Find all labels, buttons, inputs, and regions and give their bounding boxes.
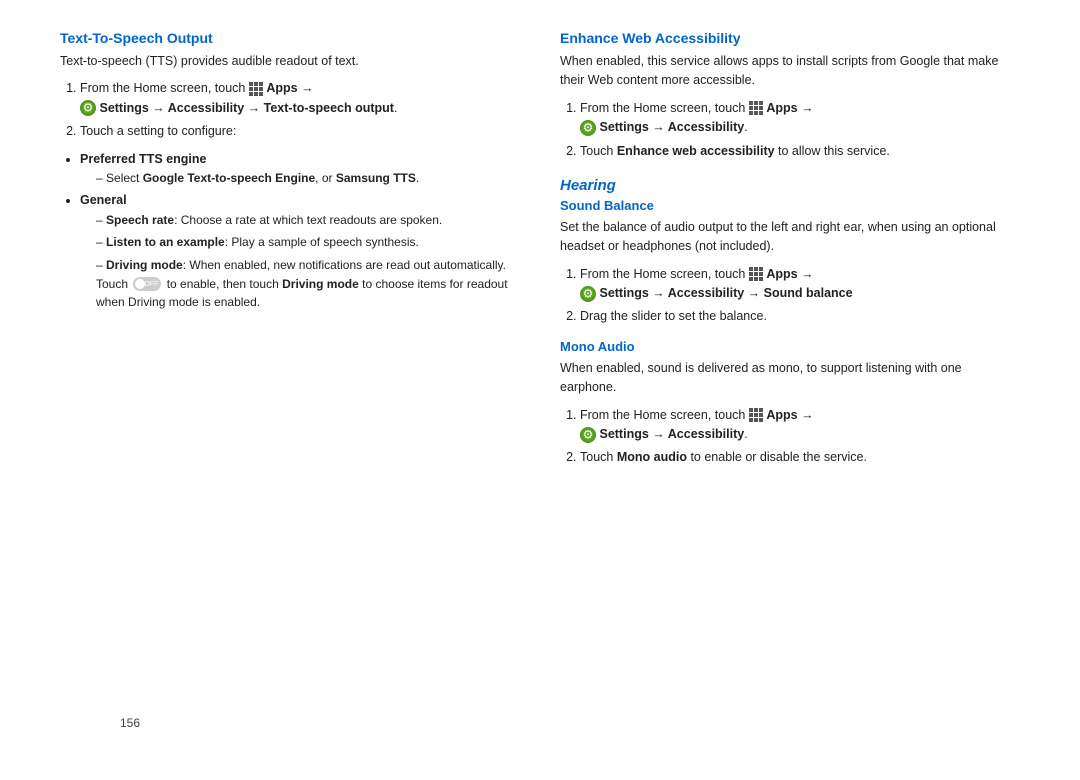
gear-icon-1: [80, 100, 96, 116]
general-sub-1: Speech rate: Choose a rate at which text…: [96, 211, 520, 230]
gear-icon-2: [580, 120, 596, 136]
preferred-tts-sublist: Select Google Text-to-speech Engine, or …: [96, 169, 520, 188]
tts-title: Text-To-Speech Output: [60, 30, 520, 46]
tts-section: Text-To-Speech Output Text-to-speech (TT…: [60, 30, 520, 312]
sound-balance-step-2: Drag the slider to set the balance.: [580, 307, 1020, 326]
samsung-tts-label: Samsung TTS: [336, 171, 416, 185]
page-number: 156: [120, 716, 140, 730]
enhance-web-section: Enhance Web Accessibility When enabled, …: [560, 30, 1020, 161]
arrow-3: →: [801, 267, 814, 281]
apps-label-4: Apps: [766, 408, 797, 422]
enhance-step1-text: From the Home screen, touch: [580, 101, 745, 115]
arrow-2: →: [801, 101, 814, 115]
apps-grid-icon-4: [749, 408, 763, 422]
tts-step-2: Touch a setting to configure:: [80, 122, 520, 141]
sound-balance-title: Sound Balance: [560, 198, 1020, 213]
step1-text-before: From the Home screen, touch: [80, 81, 245, 95]
mono-audio-bold: Mono audio: [617, 450, 687, 464]
left-column: Text-To-Speech Output Text-to-speech (TT…: [60, 30, 520, 484]
sb-step2-text: Drag the slider to set the balance.: [580, 309, 767, 323]
bullet-preferred-tts: Preferred TTS engine Select Google Text-…: [80, 150, 520, 188]
general-sublist: Speech rate: Choose a rate at which text…: [96, 211, 520, 312]
gear-icon-4: [580, 427, 596, 443]
tts-settings-path: Settings → Accessibility → Text-to-speec…: [99, 101, 393, 115]
apps-label-3: Apps: [766, 267, 797, 281]
sb-step1-text: From the Home screen, touch: [580, 267, 745, 281]
sound-balance-steps: From the Home screen, touch Apps → Setti…: [580, 265, 1020, 327]
sound-balance-intro: Set the balance of audio output to the l…: [560, 218, 1020, 257]
page-wrapper: Text-To-Speech Output Text-to-speech (TT…: [60, 30, 1020, 750]
bullet-general: General Speech rate: Choose a rate at wh…: [80, 191, 520, 311]
sound-balance-subsection: Sound Balance Set the balance of audio o…: [560, 198, 1020, 327]
enhance-settings-path: Settings → Accessibility: [599, 120, 744, 134]
enhance-web-intro: When enabled, this service allows apps t…: [560, 52, 1020, 91]
google-tts-label: Google Text-to-speech Engine: [143, 171, 315, 185]
listen-example-label: Listen to an example: [106, 235, 225, 249]
toggle-off-icon: [133, 277, 161, 291]
enhance-web-title: Enhance Web Accessibility: [560, 30, 1020, 46]
mono-step1-text: From the Home screen, touch: [580, 408, 745, 422]
tts-steps: From the Home screen, touch Apps → Setti…: [80, 79, 520, 141]
apps-grid-icon-1: [249, 82, 263, 96]
mono-settings-path: Settings → Accessibility: [599, 427, 744, 441]
mono-audio-subsection: Mono Audio When enabled, sound is delive…: [560, 339, 1020, 468]
mono-step-2: Touch Mono audio to enable or disable th…: [580, 448, 1020, 467]
apps-label-2: Apps: [766, 101, 797, 115]
gear-icon-3: [580, 286, 596, 302]
arrow-4: →: [801, 408, 814, 422]
driving-mode-label-2: Driving mode: [282, 277, 359, 291]
hearing-section: Hearing Sound Balance Set the balance of…: [560, 177, 1020, 468]
right-column: Enhance Web Accessibility When enabled, …: [560, 30, 1020, 484]
enhance-step-2: Touch Enhance web accessibility to allow…: [580, 142, 1020, 161]
enhance-web-bold: Enhance web accessibility: [617, 144, 775, 158]
bullet-label-2: General: [80, 193, 127, 207]
general-sub-3: Driving mode: When enabled, new notifica…: [96, 256, 520, 312]
general-sub-2: Listen to an example: Play a sample of s…: [96, 233, 520, 252]
sb-settings-path: Settings → Accessibility → Sound balance: [599, 286, 852, 300]
tts-intro: Text-to-speech (TTS) provides audible re…: [60, 52, 520, 71]
bullet-label-1: Preferred TTS engine: [80, 152, 206, 166]
tts-step-1: From the Home screen, touch Apps → Setti…: [80, 79, 520, 118]
mono-audio-title: Mono Audio: [560, 339, 1020, 354]
enhance-step-1: From the Home screen, touch Apps → Setti…: [580, 99, 1020, 138]
hearing-title: Hearing: [560, 177, 1020, 194]
apps-label-1: Apps: [266, 81, 297, 95]
preferred-tts-sub-1: Select Google Text-to-speech Engine, or …: [96, 169, 520, 188]
mono-step-1: From the Home screen, touch Apps → Setti…: [580, 406, 1020, 445]
tts-bullets: Preferred TTS engine Select Google Text-…: [80, 150, 520, 312]
apps-grid-icon-2: [749, 101, 763, 115]
step2-text: Touch a setting to configure:: [80, 124, 236, 138]
enhance-web-steps: From the Home screen, touch Apps → Setti…: [580, 99, 1020, 161]
sound-balance-step-1: From the Home screen, touch Apps → Setti…: [580, 265, 1020, 304]
mono-audio-intro: When enabled, sound is delivered as mono…: [560, 359, 1020, 398]
speech-rate-label: Speech rate: [106, 213, 174, 227]
mono-audio-steps: From the Home screen, touch Apps → Setti…: [580, 406, 1020, 468]
page-layout: Text-To-Speech Output Text-to-speech (TT…: [60, 30, 1020, 484]
driving-mode-label: Driving mode: [106, 258, 183, 272]
apps-grid-icon-3: [749, 267, 763, 281]
arrow-1: →: [301, 81, 314, 95]
